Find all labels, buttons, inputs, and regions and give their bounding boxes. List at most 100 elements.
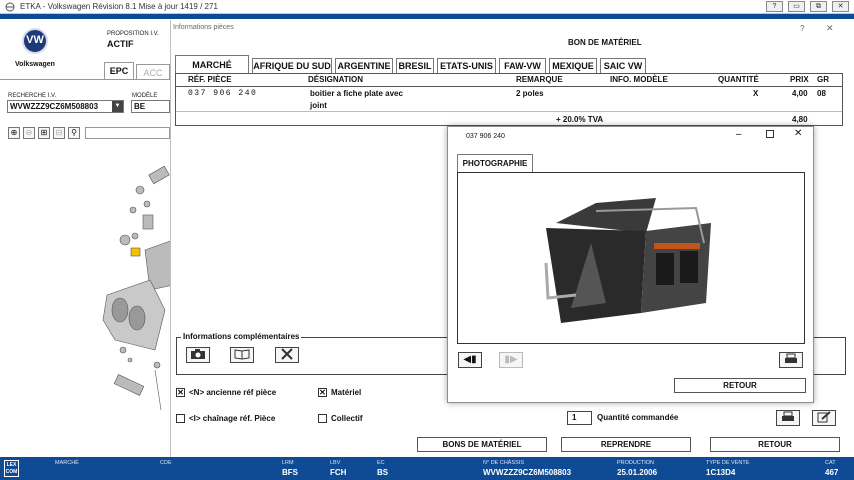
minimize-window-button[interactable]: ▭ bbox=[788, 1, 805, 12]
photo-retour-button[interactable]: RETOUR bbox=[674, 378, 806, 393]
col-designation: DÉSIGNATION bbox=[308, 75, 363, 84]
print-icon[interactable] bbox=[776, 410, 800, 426]
chassis-label: N° DE CHÂSSIS bbox=[483, 460, 525, 466]
row-prix: 4,00 bbox=[792, 89, 808, 98]
retour-button[interactable]: RETOUR bbox=[710, 437, 840, 452]
app-titlebar: ETKA - Volkswagen Révision 8.1 Mise à jo… bbox=[0, 0, 854, 14]
modele-label: MODÈLE bbox=[132, 93, 158, 99]
tab-epc[interactable]: EPC bbox=[104, 62, 134, 79]
col-quantite: QUANTITÉ bbox=[718, 75, 759, 84]
photo-minimize-button[interactable]: – bbox=[736, 129, 742, 140]
cat-value: 467 bbox=[825, 468, 839, 477]
tab-photographie[interactable]: PHOTOGRAPHIE bbox=[457, 154, 533, 172]
production-label: PRODUCTION bbox=[617, 460, 654, 466]
status-bar: LEX COM MARCHÉ CDE LRM BFS LBV FCH EC BS… bbox=[0, 457, 854, 480]
col-remarque: REMARQUE bbox=[516, 75, 563, 84]
recherche-combo[interactable]: WVWZZZ9CZ6M508803 ▼ bbox=[7, 100, 124, 113]
proposition-value: ACTIF bbox=[107, 39, 134, 49]
camera-icon[interactable] bbox=[186, 347, 210, 363]
dialog-title: Informations pièces bbox=[173, 24, 234, 31]
modele-combo[interactable]: BE bbox=[131, 100, 170, 113]
lexcom-logo: LEX COM bbox=[4, 460, 19, 477]
modele-value: BE bbox=[134, 102, 146, 111]
marche-label: MARCHÉ bbox=[55, 460, 79, 466]
tab-etats-unis[interactable]: ETATS-UNIS bbox=[437, 58, 496, 74]
dialog-close-button[interactable]: ✕ bbox=[826, 23, 834, 34]
next-photo-icon[interactable]: ▮▶ bbox=[499, 352, 523, 368]
collectif-label: Collectif bbox=[331, 414, 363, 423]
cat-label: CAT bbox=[825, 460, 836, 466]
quantite-commandee-label: Quantité commandée bbox=[597, 413, 679, 422]
edit-icon[interactable] bbox=[812, 410, 836, 426]
tab-bresil[interactable]: BRESIL bbox=[396, 58, 434, 74]
bon-de-materiel-title: BON DE MATÉRIEL bbox=[568, 38, 642, 47]
lrm-label: LRM bbox=[282, 460, 294, 466]
chassis-value: WVWZZZ9CZ6M508803 bbox=[483, 468, 572, 477]
tab-saic-vw[interactable]: SAIC VW bbox=[600, 58, 646, 74]
lbv-label: LBV bbox=[330, 460, 341, 466]
tools-icon[interactable] bbox=[275, 347, 299, 363]
photo-window-title: 037 906 240 bbox=[466, 133, 505, 140]
col-gr: GR bbox=[817, 75, 829, 84]
photo-print-icon[interactable] bbox=[779, 352, 803, 368]
production-value: 25.01.2006 bbox=[617, 468, 658, 477]
previous-photo-icon[interactable]: ◀▮ bbox=[458, 352, 482, 368]
reprendre-button[interactable]: REPRENDRE bbox=[561, 437, 691, 452]
zoom-fit-icon[interactable]: ⊞ bbox=[38, 127, 50, 139]
tva-label: + 20.0% TVA bbox=[556, 115, 604, 124]
row-quantite: X bbox=[753, 89, 759, 98]
type-vente-label: TYPE DE VENTE bbox=[706, 460, 750, 466]
lbv-value: FCH bbox=[330, 468, 347, 477]
close-window-button[interactable]: ✕ bbox=[832, 1, 849, 12]
chevron-down-icon[interactable]: ▼ bbox=[112, 101, 123, 112]
ancienne-ref-checkbox[interactable]: ✕ bbox=[176, 388, 185, 397]
table-row[interactable] bbox=[176, 87, 842, 111]
chainage-ref-checkbox[interactable] bbox=[176, 414, 185, 423]
photo-window: 037 906 240 – ✕ PHOTOGRAPHIE ◀▮ ▮▶ RETOU… bbox=[447, 126, 814, 403]
bons-de-materiel-button[interactable]: BONS DE MATÉRIEL bbox=[417, 437, 547, 452]
quantite-commandee-input[interactable]: 1 bbox=[567, 411, 592, 425]
dialog-help-button[interactable]: ? bbox=[800, 24, 804, 33]
materiel-label: Matériel bbox=[331, 388, 362, 397]
recherche-label: RECHERCHE I.V. bbox=[8, 93, 57, 99]
ec-value: BS bbox=[377, 468, 389, 477]
ec-label: EC bbox=[377, 460, 385, 466]
help-window-button[interactable]: ? bbox=[766, 1, 783, 12]
photo-close-button[interactable]: ✕ bbox=[794, 128, 802, 139]
chainage-ref-label: <I> chaînage réf. Pièce bbox=[189, 414, 276, 423]
row-gr: 08 bbox=[817, 89, 826, 98]
tab-argentine[interactable]: ARGENTINE bbox=[335, 58, 393, 74]
restore-window-button[interactable]: ⧉ bbox=[810, 1, 827, 12]
tab-marche-local[interactable]: MARCHÉ LOCAL bbox=[175, 55, 249, 88]
exploded-diagram[interactable] bbox=[95, 160, 175, 420]
photo-frame bbox=[457, 172, 805, 344]
tab-acc[interactable]: ACC bbox=[136, 64, 170, 79]
row-ref-piece: 037 906 240 bbox=[188, 89, 258, 98]
info-complementaires-label: Informations complémentaires bbox=[181, 332, 302, 341]
tab-afrique-du-sud[interactable]: AFRIQUE DU SUD bbox=[252, 58, 332, 74]
zoom-in-icon[interactable]: ⊕ bbox=[8, 127, 20, 139]
zoom-reset-icon[interactable]: ⊟ bbox=[53, 127, 65, 139]
row-remarque: 2 poles bbox=[516, 89, 544, 98]
collectif-checkbox[interactable] bbox=[318, 414, 327, 423]
app-icon bbox=[5, 2, 15, 12]
row-designation-line1: boitier a fiche plate avec bbox=[310, 89, 403, 98]
col-ref-piece: RÉF. PIÈCE bbox=[188, 75, 232, 84]
zoom-out-icon[interactable]: ⊖ bbox=[23, 127, 35, 139]
type-vente-value: 1C13D4 bbox=[706, 468, 736, 477]
connector-photo-icon bbox=[544, 198, 711, 323]
book-icon[interactable] bbox=[230, 347, 254, 363]
col-info-modele: INFO. MODÈLE bbox=[610, 75, 668, 84]
tab-mexique[interactable]: MEXIQUE bbox=[549, 58, 597, 74]
tab-faw-vw[interactable]: FAW-VW bbox=[499, 58, 546, 74]
tva-value: 4,80 bbox=[792, 115, 808, 124]
photo-maximize-button[interactable] bbox=[766, 130, 774, 138]
zoom-toolbar-field[interactable] bbox=[85, 127, 170, 139]
app-title: ETKA - Volkswagen Révision 8.1 Mise à jo… bbox=[20, 2, 218, 11]
materiel-checkbox[interactable]: ✕ bbox=[318, 388, 327, 397]
ancienne-ref-label: <N> ancienne réf pièce bbox=[189, 388, 277, 397]
magnifier-icon[interactable]: ⚲ bbox=[68, 127, 80, 139]
lrm-value: BFS bbox=[282, 468, 298, 477]
brand-label: Volkswagen bbox=[15, 61, 55, 68]
recherche-value: WVWZZZ9CZ6M508803 bbox=[10, 102, 99, 111]
